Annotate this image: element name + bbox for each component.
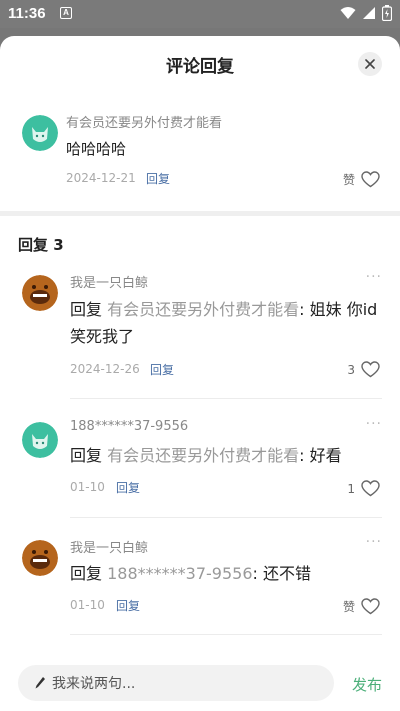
reply-date: 01-10 bbox=[70, 480, 105, 494]
wifi-icon bbox=[340, 7, 356, 19]
section-divider bbox=[0, 211, 400, 216]
avatar[interactable] bbox=[22, 540, 58, 576]
comment-text: 哈哈哈哈 bbox=[66, 140, 127, 158]
like-count: 3 bbox=[347, 362, 355, 377]
pen-icon bbox=[35, 677, 45, 689]
reply-target-user[interactable]: 有会员还要另外付费才能看 bbox=[107, 300, 299, 319]
reply-target-user[interactable]: 有会员还要另外付费才能看 bbox=[107, 446, 299, 465]
heart-icon bbox=[361, 480, 380, 497]
more-options-icon[interactable]: ··· bbox=[366, 269, 382, 285]
status-bar: 11:36 A bbox=[0, 0, 400, 28]
status-icons bbox=[340, 5, 392, 21]
like-button[interactable]: 赞 bbox=[343, 598, 380, 615]
reply-target-user[interactable]: 188******37-9556 bbox=[107, 564, 252, 583]
heart-icon bbox=[361, 171, 380, 188]
like-button[interactable]: 赞 bbox=[343, 171, 380, 188]
reply-text: 回复 有会员还要另外付费才能看: 好看 bbox=[70, 442, 380, 469]
input-placeholder: 我来说两句... bbox=[52, 676, 136, 692]
like-button[interactable]: 3 bbox=[347, 361, 380, 378]
reply-date: 2024-12-26 bbox=[70, 362, 140, 376]
reply-divider bbox=[70, 398, 382, 399]
like-label: 赞 bbox=[342, 173, 355, 187]
avatar[interactable] bbox=[22, 115, 58, 151]
comment-date: 2024-12-21 bbox=[66, 171, 136, 185]
reply-prefix: 回复 bbox=[70, 564, 103, 583]
reply-prefix: 回复 bbox=[70, 446, 103, 465]
comment-reply-sheet: 评论回复 有会员还要另外付费才能看 哈哈哈哈 2024-12-21 回复 赞 回… bbox=[0, 36, 400, 711]
sheet-title: 评论回复 bbox=[166, 57, 234, 77]
more-options-icon[interactable]: ··· bbox=[366, 534, 382, 550]
close-button[interactable] bbox=[358, 52, 382, 76]
reply-content: : 好看 bbox=[299, 446, 342, 465]
battery-icon bbox=[382, 5, 392, 21]
reply-button[interactable]: 回复 bbox=[150, 361, 174, 378]
like-label: 赞 bbox=[342, 600, 355, 614]
reply-content: : 还不错 bbox=[252, 564, 311, 583]
reply-author[interactable]: 188******37-9556 bbox=[70, 419, 188, 434]
signal-icon bbox=[363, 7, 375, 19]
reply-prefix: 回复 bbox=[70, 300, 103, 319]
reply-button[interactable]: 回复 bbox=[116, 479, 140, 496]
close-icon bbox=[365, 59, 375, 69]
like-button[interactable]: 1 bbox=[347, 480, 380, 497]
more-options-icon[interactable]: ··· bbox=[366, 416, 382, 432]
reply-divider bbox=[70, 634, 382, 635]
avatar[interactable] bbox=[22, 422, 58, 458]
notification-a-icon: A bbox=[60, 7, 72, 19]
reply-text: 回复 188******37-9556: 还不错 bbox=[70, 560, 380, 587]
publish-button[interactable]: 发布 bbox=[352, 674, 382, 695]
replies-count-header: 回复 3 bbox=[18, 236, 64, 254]
reply-text: 回复 有会员还要另外付费才能看: 姐妹 你id笑死我了 bbox=[70, 296, 380, 350]
reply-button[interactable]: 回复 bbox=[116, 597, 140, 614]
reply-divider bbox=[70, 517, 382, 518]
comment-input[interactable]: 我来说两句... bbox=[18, 665, 334, 701]
status-time: 11:36 bbox=[8, 5, 46, 22]
reply-author[interactable]: 我是一只白鲸 bbox=[70, 537, 148, 556]
reply-author[interactable]: 我是一只白鲸 bbox=[70, 272, 148, 291]
heart-icon bbox=[361, 361, 380, 378]
reply-button[interactable]: 回复 bbox=[146, 170, 170, 187]
comment-author[interactable]: 有会员还要另外付费才能看 bbox=[66, 112, 222, 131]
avatar[interactable] bbox=[22, 275, 58, 311]
heart-icon bbox=[361, 598, 380, 615]
like-count: 1 bbox=[347, 481, 355, 496]
reply-date: 01-10 bbox=[70, 598, 105, 612]
